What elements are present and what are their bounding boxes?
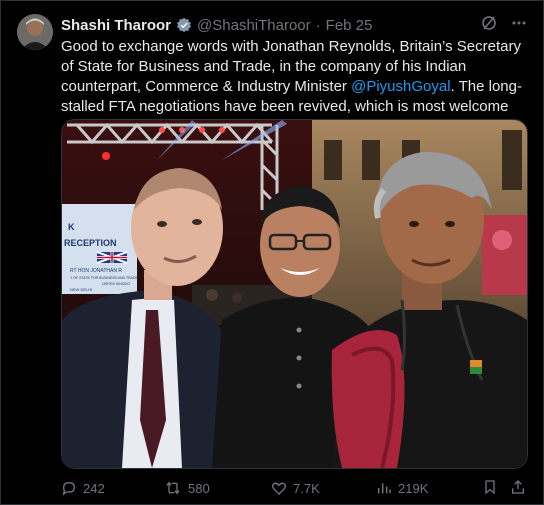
mention-link[interactable]: @PiyushGoyal: [351, 78, 450, 95]
repost-action[interactable]: 580: [164, 480, 210, 496]
views-action[interactable]: 219K: [376, 480, 428, 496]
reply-action[interactable]: 242: [61, 480, 105, 496]
bookmark-icon[interactable]: [482, 479, 498, 498]
views-icon: [376, 480, 392, 496]
tweet-date[interactable]: Feb 25: [326, 17, 373, 34]
banner-text-6: NEW DELHI: [70, 287, 92, 292]
reply-count: 242: [83, 480, 105, 496]
author-handle[interactable]: @ShashiTharoor: [197, 17, 311, 34]
repost-count: 580: [188, 480, 210, 496]
like-count: 7.7K: [293, 480, 320, 496]
banner-text-5: UNITED KINGDO: [102, 282, 130, 286]
banner-text-4: Y OF STATE FOR BUSINESS AND TRADE: [70, 276, 138, 280]
views-count: 219K: [398, 480, 429, 496]
share-icon[interactable]: [510, 479, 526, 498]
separator-dot: ·: [315, 16, 321, 34]
tweet-top-actions: [481, 15, 527, 31]
like-action[interactable]: 7.7K: [271, 480, 320, 496]
reply-icon: [61, 480, 77, 496]
banner-text-3: RT HON JONATHAN R: [70, 268, 122, 274]
tweet-card[interactable]: Shashi Tharoor @ShashiTharoor · Feb 25 G…: [0, 0, 544, 505]
heart-icon: [271, 480, 287, 496]
tweet-action-bar: 242 580 7.7K 219K: [61, 477, 527, 499]
repost-icon: [164, 480, 182, 496]
more-options-icon[interactable]: [511, 15, 527, 31]
banner-text-2: RECEPTION: [64, 238, 117, 248]
tweet-text: Good to exchange words with Jonathan Rey…: [61, 37, 527, 117]
tweet-header: Shashi Tharoor @ShashiTharoor · Feb 25: [61, 15, 372, 35]
author-name[interactable]: Shashi Tharoor: [61, 17, 171, 34]
verified-badge-icon: [176, 17, 192, 33]
grok-icon[interactable]: [481, 15, 497, 31]
banner-text-1: K: [68, 222, 75, 232]
tweet-photo[interactable]: K RECEPTION RT HON JONATHAN R Y OF STATE…: [61, 119, 528, 469]
avatar[interactable]: [17, 14, 53, 50]
